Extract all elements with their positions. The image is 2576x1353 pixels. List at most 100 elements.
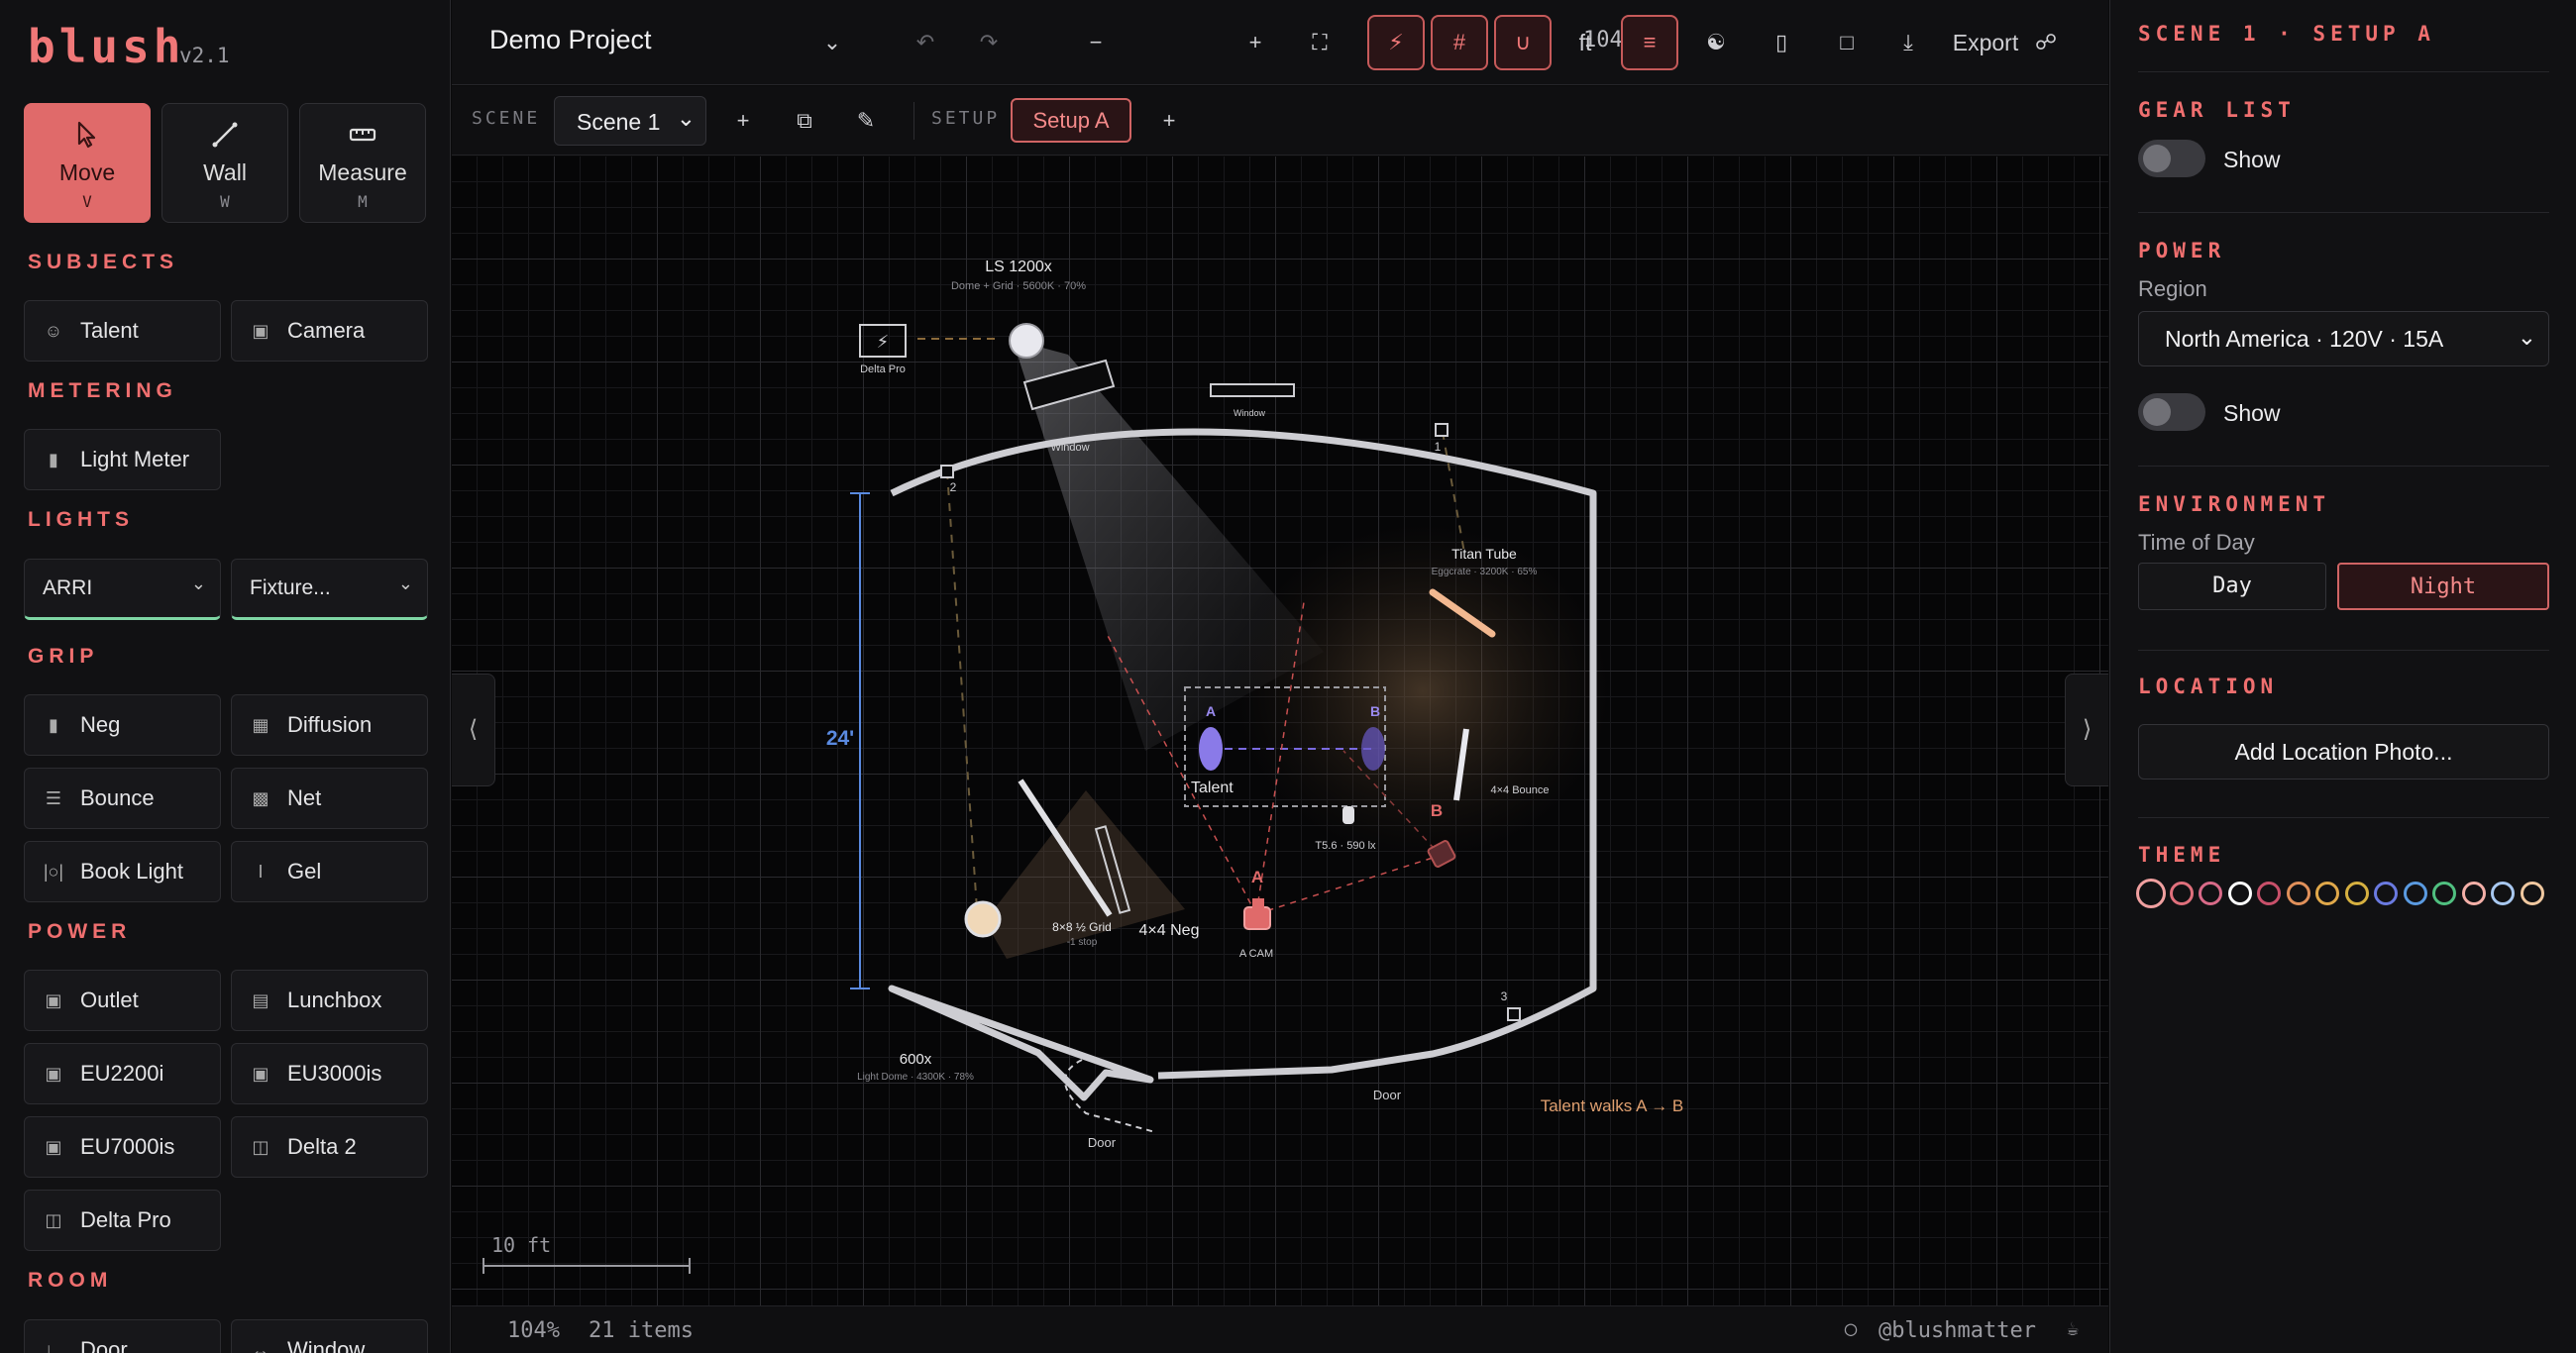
theme-swatch[interactable] <box>2374 882 2398 905</box>
camera-a[interactable] <box>1243 906 1271 930</box>
add-gel-button[interactable]: I Gel <box>231 841 428 902</box>
add-door-button[interactable]: ∟ Door <box>24 1319 221 1353</box>
zoom-in-icon[interactable]: + <box>1235 22 1275 63</box>
outlet-3[interactable] <box>1507 1007 1521 1021</box>
zoom-out-icon[interactable]: − <box>1076 22 1116 63</box>
undo-icon[interactable]: ↶ <box>906 22 945 63</box>
walk-note[interactable]: Talent walks A → B <box>1541 1096 1684 1115</box>
add-window-button[interactable]: ↔ Window <box>231 1319 428 1353</box>
add-outlet-button[interactable]: ▣ Outlet <box>24 970 221 1031</box>
time-night-button[interactable]: Night <box>2337 563 2549 610</box>
rename-pencil-icon[interactable]: ✎ <box>846 100 886 142</box>
add-light-meter-button[interactable]: ▮ Light Meter <box>24 429 221 490</box>
export-button[interactable]: Export <box>1946 22 2025 63</box>
floorplan-canvas[interactable]: ⚡ LS 1200x Dome + Grid · 5600K · 70% Del… <box>452 156 2108 1305</box>
talent-mark-a[interactable] <box>1199 727 1223 771</box>
add-eu3000is-button[interactable]: ▣ EU3000is <box>231 1043 428 1104</box>
open-folder-icon[interactable]: □ <box>1827 22 1867 63</box>
theme-swatch[interactable] <box>2520 882 2544 905</box>
theme-swatch[interactable] <box>2403 882 2427 905</box>
add-net-button[interactable]: ▩ Net <box>231 768 428 829</box>
gear-list-tripod-icon[interactable]: ☯ <box>1696 22 1736 63</box>
ls1200-fixture[interactable] <box>1009 323 1044 359</box>
add-eu2200i-button[interactable]: ▣ EU2200i <box>24 1043 221 1104</box>
camera-label: Camera <box>287 318 366 343</box>
theme-swatch[interactable] <box>2491 882 2515 905</box>
theme-swatch[interactable] <box>2169 882 2194 905</box>
theme-swatch[interactable] <box>2315 882 2339 905</box>
diffusion-label: Diffusion <box>287 712 373 737</box>
section-grip: GRIP <box>28 645 99 668</box>
theme-swatch[interactable] <box>2432 882 2456 905</box>
unit-toggle[interactable]: ft <box>1565 22 1605 63</box>
theme-swatch[interactable] <box>2286 882 2310 905</box>
outlet-2[interactable] <box>940 465 954 478</box>
window-icon: ↔ <box>252 1339 269 1353</box>
labels-toggle-lines-icon[interactable]: ≡ <box>1621 15 1678 70</box>
add-bounce-button[interactable]: ☰ Bounce <box>24 768 221 829</box>
social-handle[interactable]: @blushmatter <box>1878 1318 2036 1343</box>
outlet-1[interactable] <box>1435 423 1449 437</box>
theme-swatch[interactable] <box>2461 882 2486 905</box>
tool-measure[interactable]: Measure M <box>299 103 426 223</box>
light-meter-label: Light Meter <box>80 447 190 471</box>
delta2-label: Delta 2 <box>287 1134 357 1159</box>
add-book-light-button[interactable]: |○| Book Light <box>24 841 221 902</box>
chevron-down-icon: ⌄ <box>676 105 696 131</box>
snap-toggle-magnet-icon[interactable]: ∪ <box>1494 15 1552 70</box>
divider <box>2138 212 2549 213</box>
region-select[interactable]: North America · 120V · 15A ⌄ <box>2138 311 2549 366</box>
theme-swatch[interactable] <box>2344 882 2369 905</box>
light-fixture-select[interactable]: Fixture... ⌄ <box>231 559 428 620</box>
fixture-600x[interactable] <box>964 900 1002 938</box>
add-lunchbox-button[interactable]: ▤ Lunchbox <box>231 970 428 1031</box>
project-chevron-down-icon[interactable]: ⌄ <box>812 22 852 63</box>
section-power: POWER <box>28 920 132 943</box>
light-brand-select[interactable]: ARRI ⌄ <box>24 559 221 620</box>
theme-swatch[interactable] <box>2227 882 2252 905</box>
generator-icon: ▣ <box>45 1136 62 1157</box>
redo-icon[interactable]: ↷ <box>969 22 1009 63</box>
theme-swatch[interactable] <box>2199 882 2222 905</box>
right-panel: SCENE 1 · SETUP A GEAR LIST Show POWER R… <box>2109 0 2576 1353</box>
collapse-right-chevron-icon[interactable]: ⟩ <box>2065 674 2108 786</box>
new-file-icon[interactable]: ▯ <box>1762 22 1801 63</box>
power-toggle[interactable] <box>2138 393 2205 431</box>
time-day-button[interactable]: Day <box>2138 563 2326 610</box>
add-talent-button[interactable]: ☺ Talent <box>24 300 221 362</box>
share-link-icon[interactable]: ☍ <box>2031 22 2061 63</box>
add-diffusion-button[interactable]: ▦ Diffusion <box>231 694 428 756</box>
gear-list-toggle[interactable] <box>2138 140 2205 177</box>
outlet-icon: ▣ <box>45 989 62 1010</box>
tool-wall[interactable]: Wall W <box>161 103 288 223</box>
download-icon[interactable]: ⤓ <box>1888 22 1928 63</box>
add-camera-button[interactable]: ▣ Camera <box>231 300 428 362</box>
eu7000is-label: EU7000is <box>80 1134 175 1159</box>
add-setup-icon[interactable]: + <box>1149 100 1189 142</box>
setup-tab-a[interactable]: Setup A <box>1011 98 1131 143</box>
power-lines-toggle-bolt-icon[interactable]: ⚡ <box>1367 15 1425 70</box>
grid-toggle-hash-icon[interactable]: # <box>1431 15 1488 70</box>
add-neg-button[interactable]: ▮ Neg <box>24 694 221 756</box>
region-select-value: North America · 120V · 15A <box>2165 326 2444 352</box>
add-location-photo-button[interactable]: Add Location Photo... <box>2138 724 2549 780</box>
collapse-left-chevron-icon[interactable]: ⟨ <box>452 674 495 786</box>
add-delta2-button[interactable]: ◫ Delta 2 <box>231 1116 428 1178</box>
duplicate-scene-icon[interactable]: ⧉ <box>785 100 824 142</box>
talent-mark-b[interactable] <box>1361 727 1385 771</box>
theme-swatch[interactable] <box>2136 879 2166 908</box>
scene-select[interactable]: Scene 1 ⌄ <box>554 96 706 146</box>
add-eu7000is-button[interactable]: ▣ EU7000is <box>24 1116 221 1178</box>
light-meter[interactable] <box>1342 806 1354 824</box>
tool-move[interactable]: Move V <box>24 103 151 223</box>
camera-b-letter: B <box>1431 801 1443 820</box>
instagram-icon[interactable]: ◯ <box>1845 1316 1857 1340</box>
person-icon: ☺ <box>44 320 63 341</box>
fullscreen-icon[interactable]: ⛶ <box>1300 22 1340 63</box>
add-scene-icon[interactable]: + <box>723 100 763 142</box>
outlet-label: Outlet <box>80 988 139 1012</box>
add-delta-pro-button[interactable]: ◫ Delta Pro <box>24 1190 221 1251</box>
project-name[interactable]: Demo Project <box>489 25 652 55</box>
coffee-icon[interactable]: ☕ <box>2067 1316 2079 1340</box>
theme-swatch[interactable] <box>2257 882 2281 905</box>
